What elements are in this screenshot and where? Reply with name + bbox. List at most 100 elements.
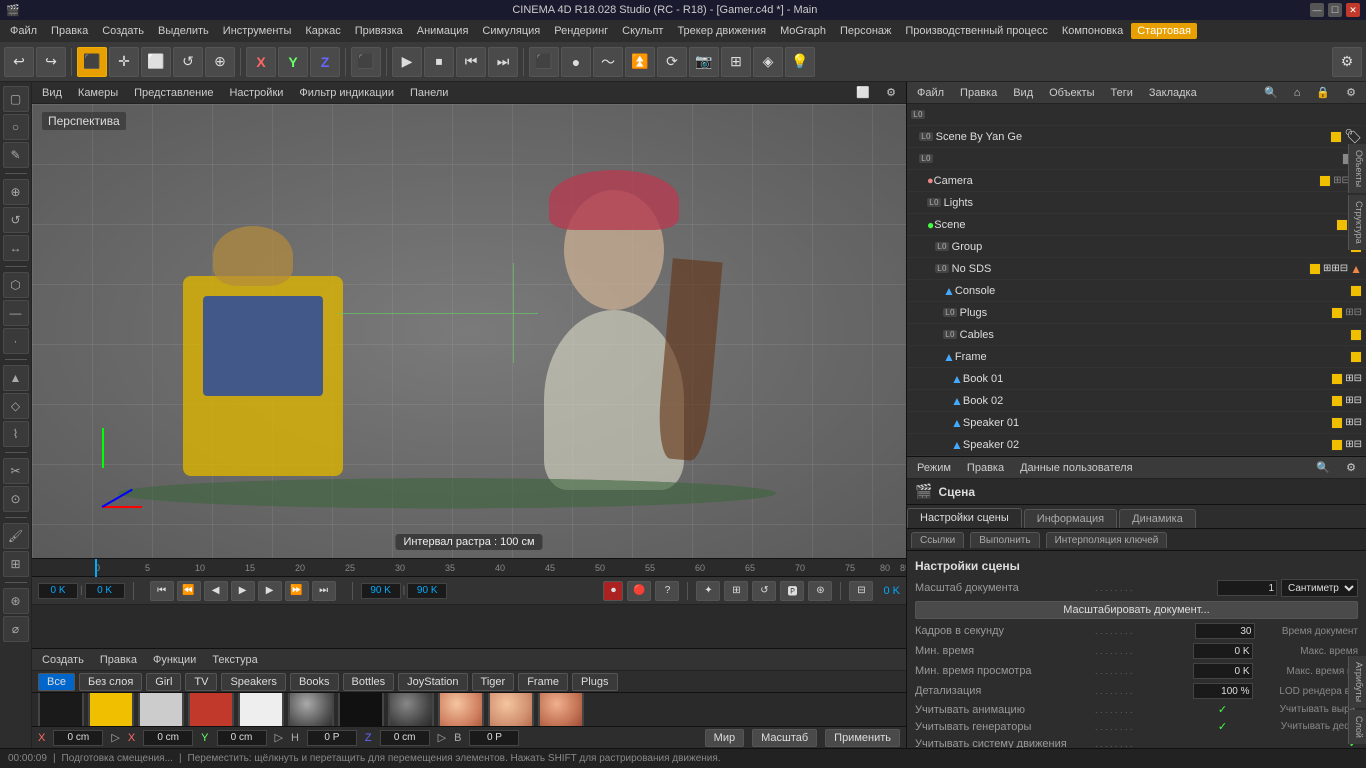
tab-attr-edge[interactable]: Атрибуты [1348, 656, 1366, 708]
min-time-input[interactable] [1193, 643, 1253, 659]
obj-item-lo2[interactable]: LO [907, 148, 1366, 170]
vp-icon-fullscreen[interactable]: ⬜ [852, 84, 874, 101]
play-prev-frame[interactable]: ⏪ [177, 581, 201, 601]
obj-item-root[interactable]: LO [907, 104, 1366, 126]
tab-layer-edge[interactable]: Слой [1348, 710, 1366, 744]
tb-grid[interactable]: ⊞ [721, 47, 751, 77]
tool-extrude[interactable]: ▲ [3, 365, 29, 391]
tab-objects-edge[interactable]: Объекты [1348, 144, 1366, 193]
tool-poly[interactable]: ⬡ [3, 272, 29, 298]
help-btn[interactable]: ? [655, 581, 679, 601]
tb-z-axis[interactable]: Z [310, 47, 340, 77]
end-time-input[interactable] [361, 583, 401, 599]
layer-tab-no-layer[interactable]: Без слоя [79, 673, 142, 691]
layer-tab-books[interactable]: Books [290, 673, 339, 691]
coord-h-input[interactable] [307, 730, 357, 746]
minimize-button[interactable]: — [1310, 3, 1324, 17]
tb-redo[interactable]: ↪ [36, 47, 66, 77]
vp-menu-panels[interactable]: Панели [406, 85, 452, 101]
obj-item-frame[interactable]: ▲ Frame [907, 346, 1366, 368]
menu-create[interactable]: Создать [96, 23, 150, 39]
tb-y-axis[interactable]: Y [278, 47, 308, 77]
tb-extrude[interactable]: ⏫ [625, 47, 655, 77]
attr-menu-edit[interactable]: Правка [963, 460, 1008, 476]
vp-icon-settings2[interactable]: ⚙ [882, 84, 900, 101]
obj-menu-view[interactable]: Вид [1009, 85, 1037, 101]
menu-production[interactable]: Производственный процесс [899, 23, 1053, 39]
autokey-btn[interactable]: 🔴 [627, 581, 651, 601]
fps-input[interactable] [1195, 623, 1255, 639]
tool-knife[interactable]: ✂ [3, 458, 29, 484]
tool-smooth[interactable]: ⌀ [3, 616, 29, 642]
obj-menu-objects[interactable]: Объекты [1045, 85, 1098, 101]
keyframe-btn[interactable]: ✦ [696, 581, 720, 601]
min-preview-input[interactable] [1193, 663, 1253, 679]
menu-frame[interactable]: Каркас [299, 23, 346, 39]
tb-deform[interactable]: ⟳ [657, 47, 687, 77]
record-btn[interactable]: ⏺ [603, 581, 623, 601]
tb-rotate[interactable]: ↺ [173, 47, 203, 77]
material-9[interactable] [438, 693, 484, 726]
attr-menu-mode[interactable]: Режим [913, 460, 955, 476]
layer-tab-tiger[interactable]: Tiger [472, 673, 515, 691]
current-time-input[interactable] [38, 583, 78, 599]
coord-x-input[interactable] [53, 730, 103, 746]
material-6[interactable] [288, 693, 334, 726]
attr-settings-icon[interactable]: ⚙ [1342, 459, 1360, 476]
tool-paint[interactable]: 🖌 [3, 523, 29, 549]
material-2[interactable] [88, 693, 134, 726]
obj-item-speaker02[interactable]: ▲ Speaker 02 ⊞⊟ [907, 434, 1366, 456]
layer-tab-frame[interactable]: Frame [518, 673, 568, 691]
tb-select-scale[interactable]: ⬜ [141, 47, 171, 77]
material-8[interactable] [388, 693, 434, 726]
tb-transform[interactable]: ⊕ [205, 47, 235, 77]
bot-menu-functions[interactable]: Функции [149, 652, 200, 668]
tool-bridge[interactable]: ⌇ [3, 421, 29, 447]
menu-edit[interactable]: Правка [45, 23, 94, 39]
obj-settings-icon[interactable]: ⚙ [1342, 84, 1360, 101]
tb-material[interactable]: ◈ [753, 47, 783, 77]
menu-select[interactable]: Выделить [152, 23, 215, 39]
material-11[interactable] [538, 693, 584, 726]
tool-select-free[interactable]: ✎ [3, 142, 29, 168]
tab-structure-edge[interactable]: Структура [1348, 195, 1366, 250]
menu-sculpt[interactable]: Скульпт [616, 23, 669, 39]
total-time-input[interactable] [407, 583, 447, 599]
tb-undo[interactable]: ↩ [4, 47, 34, 77]
obj-item-scene-yan[interactable]: LO Scene By Yan Ge 🏷 [907, 126, 1366, 148]
obj-item-group[interactable]: LO Group [907, 236, 1366, 258]
tb-cube[interactable]: ⬛ [529, 47, 559, 77]
play-next[interactable]: ▶ [258, 581, 282, 601]
scale-button[interactable]: Масштаб [752, 729, 817, 747]
obj-item-speaker01[interactable]: ▲ Speaker 01 ⊞⊟ [907, 412, 1366, 434]
attr-subtab-execute[interactable]: Выполнить [970, 532, 1039, 548]
menu-mograph[interactable]: MoGraph [774, 23, 832, 39]
menu-anim[interactable]: Анимация [411, 23, 475, 39]
keyframe-btn5[interactable]: ⊛ [808, 581, 832, 601]
material-10[interactable] [488, 693, 534, 726]
obj-item-book02[interactable]: ▲ Book 02 ⊞⊟ [907, 390, 1366, 412]
menu-start[interactable]: Стартовая [1131, 23, 1197, 39]
menu-snap[interactable]: Привязка [349, 23, 409, 39]
attr-subtab-interp[interactable]: Интерполяция ключей [1046, 532, 1168, 548]
tool-weld[interactable]: ⊙ [3, 486, 29, 512]
tb-camera[interactable]: 📷 [689, 47, 719, 77]
vp-menu-cameras[interactable]: Камеры [74, 85, 122, 101]
play-play[interactable]: ▶ [231, 581, 255, 601]
play-to-end[interactable]: ⏭ [312, 581, 336, 601]
coord-x2-input[interactable] [143, 730, 193, 746]
material-5[interactable] [238, 693, 284, 726]
attr-menu-userdata[interactable]: Данные пользователя [1016, 460, 1136, 476]
layer-tab-all[interactable]: Все [38, 673, 75, 691]
material-4[interactable] [188, 693, 234, 726]
tool-point[interactable]: · [3, 328, 29, 354]
attr-subtab-links[interactable]: Ссылки [911, 532, 964, 548]
tb-stop-btn[interactable]: ⏹ [424, 47, 454, 77]
vp-menu-filter[interactable]: Фильтр индикации [295, 85, 398, 101]
tool-edge[interactable]: — [3, 300, 29, 326]
attr-tab-dynamics[interactable]: Динамика [1119, 509, 1196, 528]
tb-record[interactable]: ⏮ [456, 47, 486, 77]
menu-compose[interactable]: Компоновка [1056, 23, 1129, 39]
scale-input[interactable] [1217, 580, 1277, 596]
menu-tools[interactable]: Инструменты [217, 23, 298, 39]
